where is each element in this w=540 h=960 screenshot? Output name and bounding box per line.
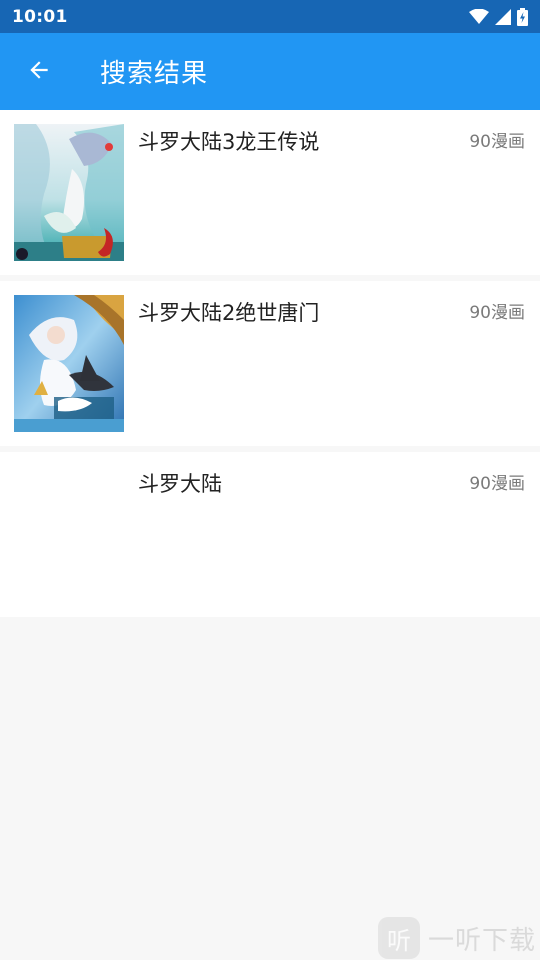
- comic-title: 斗罗大陆3龙王传说: [138, 130, 320, 154]
- comic-source: 90漫画: [469, 303, 525, 323]
- comic-source: 90漫画: [469, 132, 525, 152]
- status-icons: [469, 7, 528, 26]
- status-time: 10:01: [12, 6, 68, 27]
- watermark-logo-icon: 听: [378, 917, 420, 959]
- result-item[interactable]: 斗罗大陆3龙王传说 90漫画: [0, 110, 540, 275]
- comic-title: 斗罗大陆2绝世唐门: [138, 301, 320, 325]
- battery-charging-icon: [517, 7, 528, 26]
- arrow-left-icon: [26, 57, 52, 87]
- status-bar: 10:01: [0, 0, 540, 33]
- comic-cover-image: [14, 124, 124, 261]
- wifi-icon: [469, 8, 489, 25]
- result-item[interactable]: 斗罗大陆2绝世唐门 90漫画: [0, 281, 540, 446]
- result-item[interactable]: 斗罗大陆 90漫画: [0, 452, 540, 617]
- back-button[interactable]: [0, 33, 78, 110]
- watermark-logo-glyph: 听: [387, 926, 411, 955]
- comic-title: 斗罗大陆: [138, 472, 222, 496]
- app-bar: 搜索结果: [0, 33, 540, 110]
- watermark: 听 一听下载: [378, 916, 540, 960]
- page-title: 搜索结果: [100, 59, 209, 89]
- search-result-list: 斗罗大陆3龙王传说 90漫画 斗罗大陆2绝世唐门 90漫画 斗罗大陆 90漫画: [0, 110, 540, 617]
- signal-icon: [495, 8, 511, 25]
- comic-source: 90漫画: [469, 474, 525, 494]
- comic-cover-image: [14, 295, 124, 432]
- watermark-text: 一听下载: [428, 925, 537, 956]
